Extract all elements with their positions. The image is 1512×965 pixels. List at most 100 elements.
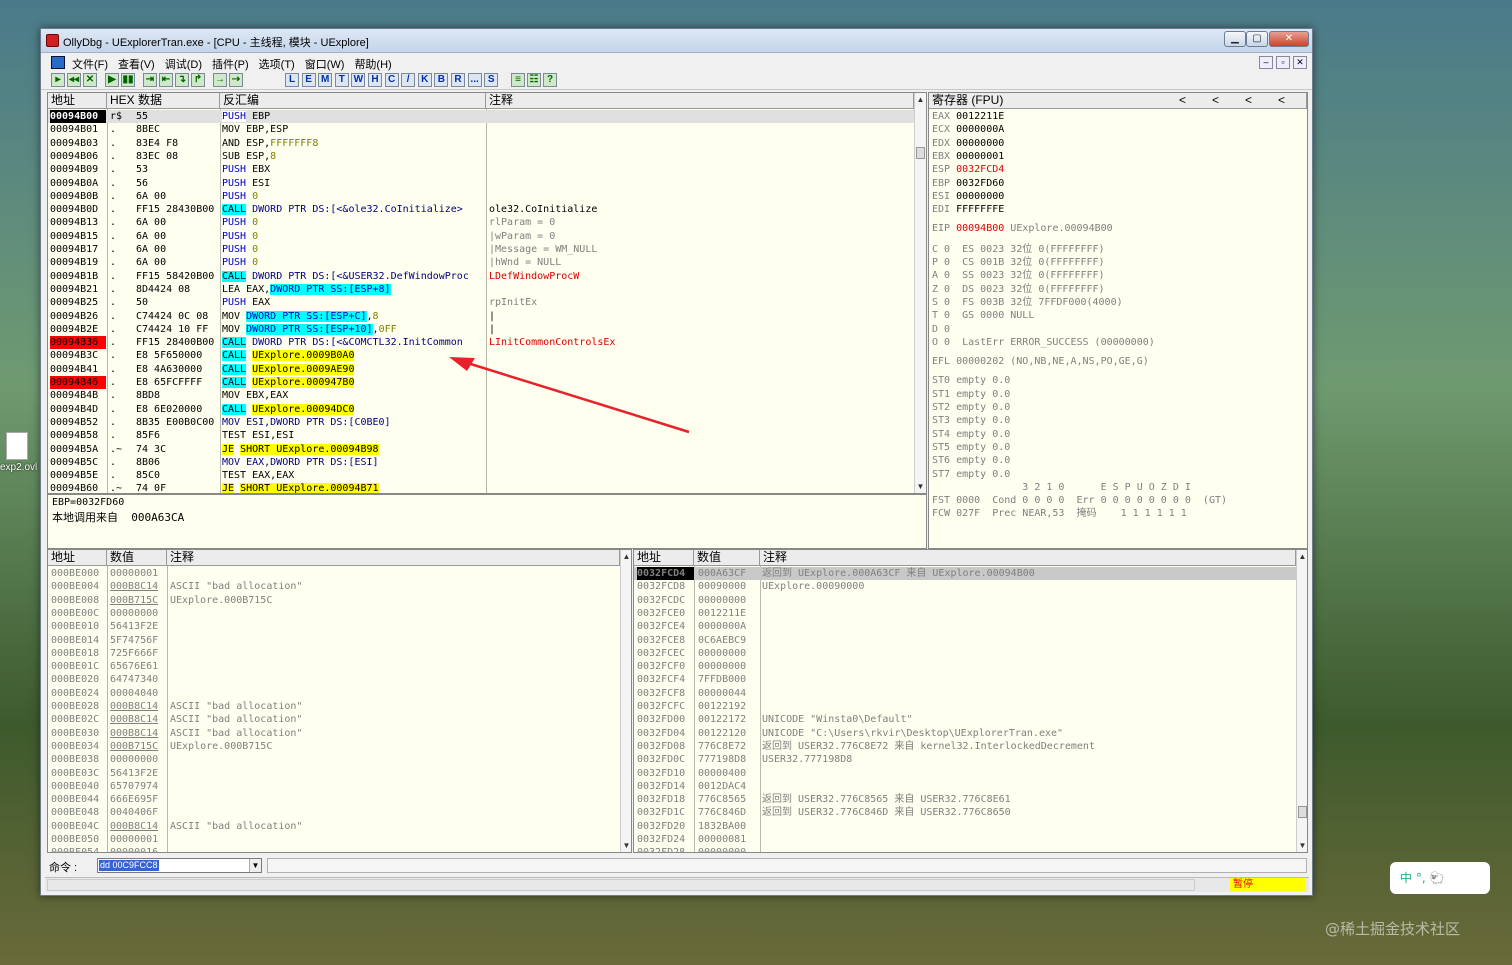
stack-row[interactable]: 0032FD08 776C8E72 返回到 USER32.776C8E72 来自 k…	[634, 740, 1296, 753]
dump-address[interactable]: 000BE030	[51, 727, 107, 740]
dump-address[interactable]: 000BE050	[51, 833, 107, 846]
memory-dump-pane[interactable]: 地址 数值 注释 000BE000 00000001 000BE004 000B8C1…	[47, 549, 632, 853]
disasm-row[interactable]: 00094B0B. 6A 00 PUSH 0	[48, 190, 914, 203]
stack-value[interactable]: 0C6AEBC9	[698, 634, 758, 647]
disasm-address[interactable]: 00094B41	[50, 363, 106, 376]
stack-value[interactable]: 00122120	[698, 727, 758, 740]
stack-value[interactable]: 1832BA00	[698, 820, 758, 833]
registers-pane[interactable]: 寄存器 (FPU) < < < < EAX 0012211E ECX 0000000A E…	[928, 92, 1308, 549]
toolbar-control-1[interactable]: ◂◂	[67, 73, 81, 87]
disasm-row[interactable]: 00094B06. 83EC 08 SUB ESP,8	[48, 150, 914, 163]
stack-address[interactable]: 0032FD18	[637, 793, 694, 806]
stack-address[interactable]: 0032FCD4	[637, 567, 694, 581]
dump-row[interactable]: 000BE024 00004040	[48, 687, 620, 700]
title-bar[interactable]: OllyDbg - UExplorerTran.exe - [CPU - 主线程…	[41, 29, 1312, 53]
stack-address[interactable]: 0032FCD8	[637, 580, 694, 593]
dump-row[interactable]: 000BE01C 65676E61	[48, 660, 620, 673]
stack-row[interactable]: 0032FD1C 776C846D 返回到 USER32.776C846D 来自 U…	[634, 806, 1296, 819]
dump-address[interactable]: 000BE038	[51, 753, 107, 766]
disasm-row[interactable]: 00094B2E. C74424 10 FF MOV DWORD PTR SS:[E…	[48, 323, 914, 336]
disasm-row[interactable]: 00094B17. 6A 00 PUSH 0 |Message = WM_NULL	[48, 243, 914, 256]
dump-row[interactable]: 000BE010 56413F2E	[48, 620, 620, 633]
scroll-down-arrow[interactable]: ▼	[915, 481, 926, 492]
register-value[interactable]: 00000001	[956, 151, 1004, 162]
disasm-row[interactable]: 00094B19. 6A 00 PUSH 0 |hWnd = NULL	[48, 256, 914, 269]
stack-value[interactable]: 776C8E72	[698, 740, 758, 753]
dump-address[interactable]: 000BE01C	[51, 660, 107, 673]
dump-value[interactable]: 000B8C14	[110, 580, 166, 593]
disasm-row[interactable]: 00094B36. FF15 28400B00 CALL DWORD PTR DS:…	[48, 336, 914, 350]
dump-value[interactable]: 00000000	[110, 607, 166, 620]
dump-address[interactable]: 000BE044	[51, 793, 107, 806]
toolbar-extra-1[interactable]: ☷	[527, 73, 541, 87]
stack-value[interactable]: 00000000	[698, 846, 758, 852]
toolbar-window-7[interactable]: /	[401, 73, 416, 87]
col-header-hex[interactable]: HEX 数据	[107, 93, 220, 109]
menu-item-6[interactable]: 帮助(H)	[349, 54, 396, 72]
disasm-address[interactable]: 00094B5C	[50, 456, 106, 469]
col-header-address[interactable]: 地址	[48, 93, 107, 109]
disasm-address[interactable]: 00094B00	[50, 110, 106, 124]
toolbar-window-4[interactable]: W	[351, 73, 366, 87]
stack-value[interactable]: 00000400	[698, 767, 758, 780]
dump-row[interactable]: 000BE03C 56413F2E	[48, 767, 620, 780]
dump-row[interactable]: 000BE00C 00000000	[48, 607, 620, 620]
register-value[interactable]: 0000000A	[956, 124, 1004, 135]
stack-row[interactable]: 0032FCF4 7FFDB000	[634, 673, 1296, 686]
stack-value[interactable]: 776C846D	[698, 806, 758, 819]
stack-value[interactable]: 00090000	[698, 580, 758, 593]
dump-row[interactable]: 000BE040 65707974	[48, 780, 620, 793]
dump-value[interactable]: 00000001	[110, 833, 166, 846]
col-header-disasm[interactable]: 反汇编	[220, 93, 486, 109]
disasm-address[interactable]: 00094B09	[50, 163, 106, 176]
toolbar-extra-0[interactable]: ≡	[511, 73, 525, 87]
stack-row[interactable]: 0032FCDC 00000000	[634, 594, 1296, 607]
dump-row[interactable]: 000BE050 00000001	[48, 833, 620, 846]
dump-row[interactable]: 000BE018 725F666F	[48, 647, 620, 660]
disasm-row[interactable]: 00094B03. 83E4 F8 AND ESP,FFFFFFF8	[48, 137, 914, 150]
toolbar-window-9[interactable]: B	[434, 73, 449, 87]
dump-value[interactable]: 000B715C	[110, 594, 166, 607]
disasm-row[interactable]: 00094B25. 50 PUSH EAX rpInitEx	[48, 296, 914, 309]
disasm-address[interactable]: 00094B5A	[50, 443, 106, 456]
stack-row[interactable]: 0032FD0C 777198D8 USER32.777198D8	[634, 753, 1296, 766]
menu-item-5[interactable]: 窗口(W)	[300, 54, 350, 72]
disasm-address[interactable]: 00094B25	[50, 296, 106, 309]
disasm-row[interactable]: 00094B01. 8BEC MOV EBP,ESP	[48, 123, 914, 136]
stack-row[interactable]: 0032FD00 00122172 UNICODE "Winsta0\Default…	[634, 713, 1296, 726]
disasm-address[interactable]: 00094B15	[50, 230, 106, 243]
dump-value[interactable]: 65707974	[110, 780, 166, 793]
stack-value[interactable]: 000A63CF	[698, 567, 758, 580]
register-esp[interactable]: ESP 0032FCD4	[932, 163, 1304, 176]
stack-address[interactable]: 0032FD20	[637, 820, 694, 833]
stack-address[interactable]: 0032FCE0	[637, 607, 694, 620]
desktop-file-icon[interactable]	[6, 432, 28, 460]
mdi-close-button[interactable]: ✕	[1293, 56, 1307, 69]
stack-address[interactable]: 0032FD1C	[637, 806, 694, 819]
toolbar-window-3[interactable]: T	[334, 73, 349, 87]
disasm-row[interactable]: 00094B21. 8D4424 08 LEA EAX,DWORD PTR SS:[…	[48, 283, 914, 296]
register-nav-arrow[interactable]: <	[1212, 93, 1245, 108]
toolbar-control-2[interactable]: ✕	[83, 73, 97, 87]
mdi-minimize-button[interactable]: ‒	[1259, 56, 1273, 69]
toolbar-window-10[interactable]: R	[451, 73, 465, 87]
dump-address[interactable]: 000BE03C	[51, 767, 107, 780]
toolbar-control-5[interactable]: ⇥	[143, 73, 157, 87]
disasm-address[interactable]: 00094B19	[50, 256, 106, 269]
stack-col-value[interactable]: 数值	[694, 550, 760, 566]
chevron-down-icon[interactable]: ▼	[249, 859, 261, 872]
dump-row[interactable]: 000BE044 666E695F	[48, 793, 620, 806]
disasm-address[interactable]: 00094B60	[50, 482, 106, 493]
menu-item-3[interactable]: 插件(P)	[207, 54, 254, 72]
dump-value[interactable]: 000B715C	[110, 740, 166, 753]
dump-value[interactable]: 5F74756F	[110, 634, 166, 647]
disasm-address[interactable]: 00094B58	[50, 429, 106, 442]
disasm-address[interactable]: 00094B03	[50, 137, 106, 150]
toolbar-window-2[interactable]: M	[318, 73, 333, 87]
register-nav-arrow[interactable]: <	[1278, 93, 1306, 108]
stack-value[interactable]: 00122192	[698, 700, 758, 713]
dump-row[interactable]: 000BE028 000B8C14 ASCII "bad allocation"	[48, 700, 620, 713]
dump-value[interactable]: 00000001	[110, 567, 166, 580]
stack-row[interactable]: 0032FD10 00000400	[634, 767, 1296, 780]
ime-toolbar[interactable]: 中 °, 🐑	[1390, 862, 1490, 894]
